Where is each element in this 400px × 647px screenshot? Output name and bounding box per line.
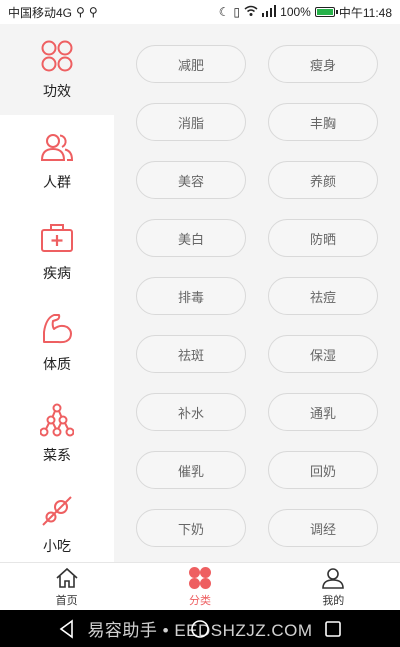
tag-button[interactable]: 养颜 (268, 161, 378, 199)
sidebar-item-snack[interactable]: 小吃 (0, 479, 114, 570)
nav-home-label: 首页 (55, 594, 78, 607)
back-icon[interactable] (56, 618, 78, 640)
home-circle-icon[interactable] (189, 618, 211, 640)
tag-button[interactable]: 瘦身 (268, 45, 378, 83)
signal-icon (262, 4, 277, 20)
sidebar-item-disease[interactable]: 疾病 (0, 206, 114, 297)
tag-content-panel: 减肥 瘦身 消脂 丰胸 美容 养颜 美白 防晒 排毒 祛痘 祛斑 保湿 补水 通… (114, 24, 400, 562)
category-icon (188, 566, 211, 589)
usb-icon: ⚲ (76, 5, 85, 19)
tag-button[interactable]: 祛斑 (136, 335, 246, 373)
system-nav-bar (0, 610, 400, 647)
carrier-label: 中国移动4G (8, 5, 73, 20)
moon-icon: ☾ (218, 5, 230, 19)
sidebar-item-label: 小吃 (43, 537, 71, 554)
tag-button[interactable]: 调经 (268, 509, 378, 547)
medical-kit-icon (41, 223, 73, 252)
tag-button[interactable]: 美白 (136, 219, 246, 257)
nav-profile-label: 我的 (322, 594, 345, 607)
vibrate-icon: ▯ (233, 5, 241, 19)
tree-network-icon (40, 403, 74, 436)
nav-category-label: 分类 (188, 594, 211, 607)
tag-button[interactable]: 丰胸 (268, 103, 378, 141)
tag-button[interactable]: 回奶 (268, 451, 378, 489)
sidebar-item-people[interactable]: 人群 (0, 115, 114, 206)
nav-home[interactable]: 首页 (0, 563, 133, 610)
battery-fill (316, 9, 333, 15)
wifi-icon (244, 5, 258, 20)
usb-icon-2: ⚲ (88, 5, 98, 19)
tag-button[interactable]: 下奶 (136, 509, 246, 547)
tag-button[interactable]: 祛痘 (268, 277, 378, 315)
sidebar-item-label: 体质 (43, 355, 71, 372)
clock: 中午11:48 (338, 5, 392, 20)
sidebar-item-efficacy[interactable]: 功效 (0, 24, 114, 115)
four-circles-icon (41, 40, 73, 71)
sidebar-item-label: 人群 (43, 173, 71, 190)
category-sidebar: 功效 人群 疾病 体质 菜系 小吃 (0, 24, 114, 562)
tag-button[interactable]: 补水 (136, 393, 246, 431)
tag-button[interactable]: 减肥 (136, 45, 246, 83)
tag-button[interactable]: 保湿 (268, 335, 378, 373)
sidebar-item-label: 疾病 (43, 264, 71, 281)
battery-percent: 100% (280, 5, 311, 19)
tag-button[interactable]: 防晒 (268, 219, 378, 257)
sidebar-item-cuisine[interactable]: 菜系 (0, 388, 114, 479)
bottom-nav: 首页 分类 我的 (0, 562, 400, 610)
tag-button[interactable]: 美容 (136, 161, 246, 199)
home-icon (56, 567, 78, 588)
tag-button[interactable]: 消脂 (136, 103, 246, 141)
nav-category[interactable]: 分类 (133, 563, 266, 610)
tag-button[interactable]: 排毒 (136, 277, 246, 315)
sidebar-item-constitution[interactable]: 体质 (0, 297, 114, 388)
muscle-arm-icon (43, 313, 72, 343)
people-icon (40, 133, 74, 161)
sidebar-item-label: 菜系 (43, 446, 71, 463)
sidebar-item-label: 功效 (43, 82, 71, 99)
nav-profile[interactable]: 我的 (267, 563, 400, 610)
user-icon (322, 567, 345, 589)
tag-button[interactable]: 通乳 (268, 393, 378, 431)
recents-icon[interactable] (322, 618, 344, 640)
status-right: ☾ ▯ 100% 中午11:48 (219, 4, 392, 21)
status-left: 中国移动4G ⚲ ⚲ (8, 4, 98, 21)
status-bar: 中国移动4G ⚲ ⚲ ☾ ▯ 100% 中午11:48 (0, 0, 400, 24)
tag-grid: 减肥 瘦身 消脂 丰胸 美容 养颜 美白 防晒 排毒 祛痘 祛斑 保湿 补水 通… (114, 45, 400, 547)
skewer-icon (42, 495, 72, 526)
battery-icon (314, 7, 338, 17)
tag-button[interactable]: 催乳 (136, 451, 246, 489)
